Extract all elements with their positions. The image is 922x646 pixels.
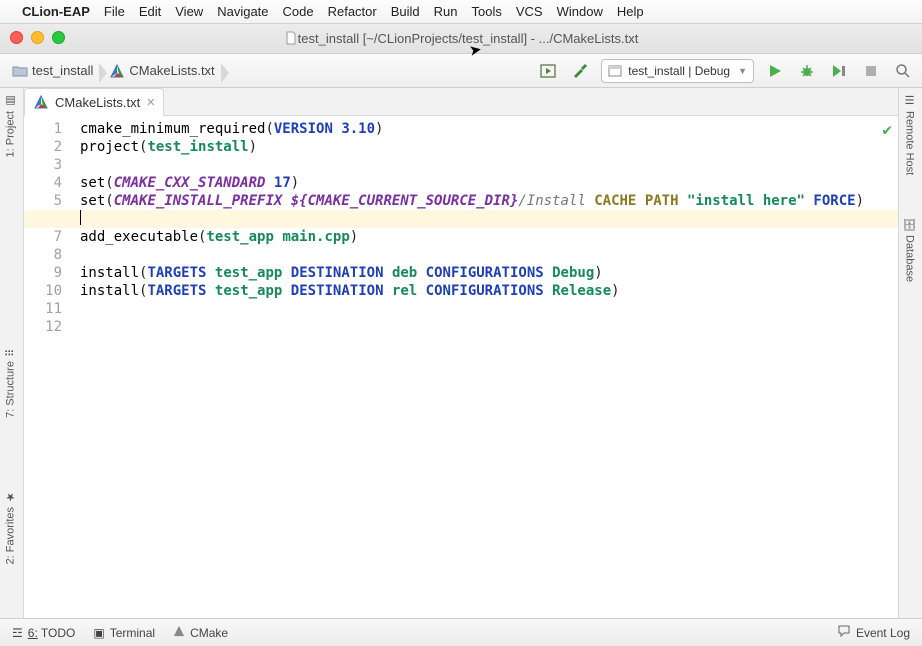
window-zoom-button[interactable] <box>52 31 65 44</box>
navigation-toolbar: test_install CMakeLists.txt test_install… <box>0 54 922 88</box>
menu-tools[interactable]: Tools <box>472 4 502 19</box>
run-config-label: test_install | Debug <box>628 64 730 78</box>
tool-todo[interactable]: ☲ 6: TODO <box>12 626 75 640</box>
run-button[interactable] <box>764 60 786 82</box>
star-icon: ★ <box>4 490 17 503</box>
menu-code[interactable]: Code <box>283 4 314 19</box>
app-name[interactable]: CLion-EAP <box>22 4 90 19</box>
menu-window[interactable]: Window <box>557 4 603 19</box>
run-coverage-button[interactable] <box>828 60 850 82</box>
run-config-selector[interactable]: test_install | Debug ▼ <box>601 59 754 83</box>
event-log[interactable]: Event Log <box>837 624 910 641</box>
tool-database[interactable]: 🗄Database <box>899 211 920 288</box>
stop-button[interactable] <box>860 60 882 82</box>
editor-tab-label: CMakeLists.txt <box>55 95 140 110</box>
text-caret <box>80 210 81 225</box>
document-icon <box>284 31 298 46</box>
folder-icon <box>12 63 28 79</box>
window-title: test_install [~/CLionProjects/test_insta… <box>298 31 639 46</box>
code-area[interactable]: ✔ cmake_minimum_required(VERSION 3.10) p… <box>72 116 898 618</box>
list-icon: ☲ <box>12 626 23 640</box>
menu-run[interactable]: Run <box>434 4 458 19</box>
menu-help[interactable]: Help <box>617 4 644 19</box>
cmake-icon <box>173 625 185 640</box>
editor-tabstrip: CMakeLists.txt ✕ <box>24 88 898 116</box>
inspection-ok-icon: ✔ <box>882 120 892 139</box>
line-gutter: 123456789101112 <box>24 116 72 618</box>
window-titlebar: test_install [~/CLionProjects/test_insta… <box>0 24 922 54</box>
right-tool-strip: ☰Remote Host 🗄Database <box>898 88 922 618</box>
breadcrumb-project-label: test_install <box>32 63 93 78</box>
close-tab-icon[interactable]: ✕ <box>146 96 155 109</box>
terminal-icon: ▣ <box>93 626 104 640</box>
breadcrumb-project[interactable]: test_install <box>8 61 101 81</box>
debug-button[interactable] <box>796 60 818 82</box>
menu-build[interactable]: Build <box>391 4 420 19</box>
chevron-down-icon: ▼ <box>738 66 747 76</box>
code-editor[interactable]: 123456789101112 ✔ cmake_minimum_required… <box>24 116 898 618</box>
left-tool-strip: 1: Project▤ 7: Structure⠿ 2: Favorites★ <box>0 88 24 618</box>
tool-structure[interactable]: 7: Structure⠿ <box>0 343 21 424</box>
macos-menubar: CLion-EAP File Edit View Navigate Code R… <box>0 0 922 24</box>
search-everywhere-button[interactable] <box>892 60 914 82</box>
menu-refactor[interactable]: Refactor <box>328 4 377 19</box>
hammer-build-button[interactable] <box>569 60 591 82</box>
build-button[interactable] <box>537 60 559 82</box>
structure-icon: ⠿ <box>4 349 17 357</box>
menu-navigate[interactable]: Navigate <box>217 4 268 19</box>
config-icon <box>608 64 622 78</box>
folder-icon: ▤ <box>4 94 17 107</box>
window-minimize-button[interactable] <box>31 31 44 44</box>
tool-project[interactable]: 1: Project▤ <box>0 88 21 163</box>
tool-cmake[interactable]: CMake <box>173 625 228 640</box>
remote-icon: ☰ <box>903 94 916 107</box>
menu-file[interactable]: File <box>104 4 125 19</box>
breadcrumb-file-label: CMakeLists.txt <box>129 63 214 78</box>
tool-favorites[interactable]: 2: Favorites★ <box>0 484 21 570</box>
database-icon: 🗄 <box>903 217 916 231</box>
tool-remote-host[interactable]: ☰Remote Host <box>899 88 920 181</box>
editor-tab-cmakelists[interactable]: CMakeLists.txt ✕ <box>24 88 164 116</box>
menu-edit[interactable]: Edit <box>139 4 161 19</box>
cmake-icon <box>33 94 49 110</box>
cmake-icon <box>109 63 125 79</box>
tool-terminal[interactable]: ▣ Terminal <box>93 626 155 640</box>
breadcrumb-file[interactable]: CMakeLists.txt <box>105 61 222 81</box>
speech-bubble-icon <box>837 624 851 641</box>
menu-vcs[interactable]: VCS <box>516 4 543 19</box>
menu-view[interactable]: View <box>175 4 203 19</box>
window-close-button[interactable] <box>10 31 23 44</box>
status-bar: ☲ 6: TODO ▣ Terminal CMake Event Log <box>0 618 922 646</box>
